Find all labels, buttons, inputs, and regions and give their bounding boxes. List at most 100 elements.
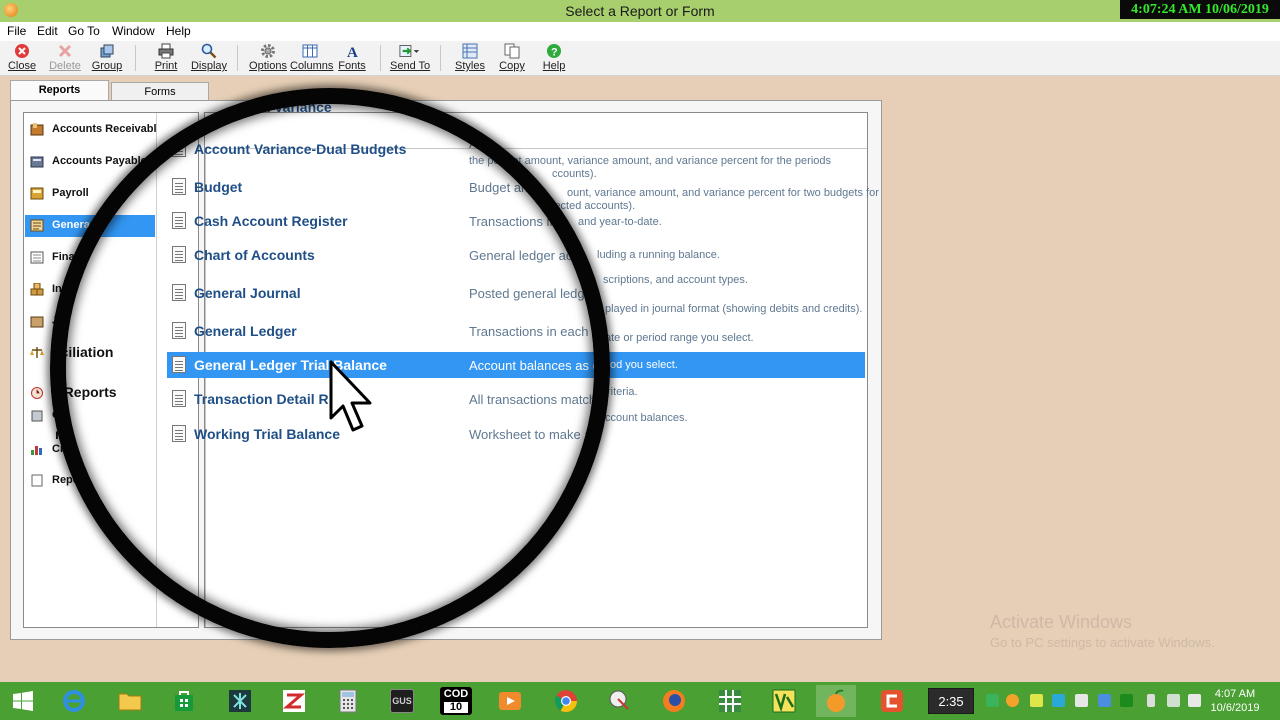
report-item-transaction-detail[interactable]: Transaction Detail R All transactions ma… — [167, 386, 865, 412]
category-reconciliation[interactable]: nciliation — [25, 339, 155, 367]
report-icon — [172, 322, 186, 339]
category-label: In — [52, 283, 62, 295]
category-payroll[interactable]: Payroll — [25, 183, 155, 205]
category-accounts-receivable[interactable]: Accounts Receivable — [25, 119, 163, 141]
category-inventory[interactable]: In — [25, 279, 155, 301]
menu-file[interactable]: File — [7, 24, 26, 38]
toolbar-divider — [440, 45, 441, 71]
report-description: General ledger acc — [469, 248, 579, 263]
battery-icon[interactable] — [1147, 694, 1155, 707]
taskbar-vector-app[interactable] — [764, 685, 804, 717]
send-to-button[interactable]: Send To — [390, 43, 430, 73]
category-label: Payroll — [52, 187, 89, 199]
menu-go-to[interactable]: Go To — [68, 24, 100, 38]
taskbar-calculator[interactable] — [328, 685, 368, 717]
report-item-chart-of-accounts[interactable]: Chart of Accounts General ledger acc lud… — [167, 242, 865, 268]
menu-help[interactable]: Help — [166, 24, 191, 38]
gear-icon — [261, 44, 275, 58]
options-button[interactable]: Options — [248, 43, 288, 73]
columns-label: Columns — [290, 60, 334, 72]
category-label: nciliation — [52, 344, 114, 360]
report-icon — [172, 246, 186, 263]
report-icon — [172, 212, 186, 229]
receivable-icon — [30, 123, 44, 136]
wifi-icon[interactable] — [1167, 694, 1180, 707]
report-description: ate or period range you select. — [605, 332, 754, 344]
category-jobs[interactable]: J — [25, 311, 155, 333]
report-item-general-ledger-trial-balance[interactable]: General Ledger Trial Balance Account bal… — [167, 352, 865, 378]
close-button[interactable]: Close — [2, 43, 42, 73]
cod-game-icon: COD 10 — [440, 687, 472, 715]
taskbar-file-explorer[interactable] — [110, 685, 150, 717]
category-time-reports[interactable]: e Reports — [25, 379, 155, 407]
taskbar-zotero[interactable] — [274, 685, 314, 717]
category-crystal-reports[interactable]: Cry — [25, 439, 155, 461]
volume-icon[interactable] — [1188, 694, 1201, 707]
firefox-icon — [663, 690, 685, 712]
category-accounts-payable[interactable]: Accounts Payable — [25, 151, 155, 173]
network-tray-icon[interactable] — [1098, 694, 1111, 707]
report-title: Transaction Detail R — [194, 391, 329, 407]
window-title: Select a Report or Form — [565, 3, 715, 19]
group-button[interactable]: Group — [87, 43, 127, 73]
category-report-groups[interactable]: Repo — [25, 470, 155, 492]
help-icon: ? — [547, 44, 561, 59]
taskbar-clock[interactable]: 4:07 AM 10/6/2019 — [1210, 687, 1260, 715]
taskbar-internet-explorer[interactable] — [54, 685, 94, 717]
copy-icon — [504, 43, 520, 59]
taskbar-chrome[interactable] — [546, 685, 586, 717]
taskbar-firefox[interactable] — [654, 685, 694, 717]
category-label: J — [52, 315, 59, 327]
taskbar-store[interactable] — [164, 685, 204, 717]
toolbar-divider — [237, 45, 238, 71]
report-description: ccount balances. — [605, 412, 688, 424]
report-icon — [172, 178, 186, 195]
styles-button[interactable]: Styles — [450, 43, 490, 73]
category-general-ledger[interactable]: Genera ts — [25, 215, 155, 237]
taskbar-media-player[interactable] — [490, 685, 530, 717]
start-button[interactable] — [0, 682, 48, 720]
columns-icon — [302, 44, 318, 58]
report-title: General Ledger — [194, 323, 297, 339]
report-item-general-ledger[interactable]: General Ledger Transactions in each a pl… — [167, 303, 865, 344]
tray-triangle-icon[interactable] — [1120, 694, 1133, 707]
fonts-button[interactable]: A Fonts — [332, 43, 372, 73]
delete-label: Delete — [49, 60, 81, 72]
report-icon — [172, 425, 186, 442]
z-app-icon — [282, 690, 306, 712]
battery-timer[interactable]: 2:35 — [928, 688, 974, 714]
report-item-cash-account-register[interactable]: Cash Account Register Transactions in an… — [167, 208, 865, 234]
category-financial[interactable]: Fina — [25, 247, 155, 269]
tray-app-icon[interactable] — [1030, 694, 1043, 707]
taskbar-peachtree-active[interactable] — [816, 685, 856, 717]
menu-edit[interactable]: Edit — [37, 24, 58, 38]
close-icon — [15, 44, 29, 58]
activation-watermark-title: Activate Windows — [990, 612, 1133, 632]
taskbar-calendar-app[interactable] — [710, 685, 750, 717]
report-item-account-variance[interactable]: nt Variance — [167, 96, 865, 122]
taskbar-cod-game[interactable]: COD 10 — [436, 685, 476, 717]
report-description: played in journal format (showing debits… — [605, 303, 863, 315]
display-button[interactable]: Display — [189, 43, 229, 73]
menu-bar: File Edit Go To Window Help — [0, 22, 1280, 41]
report-item-working-trial-balance[interactable]: Working Trial Balance Worksheet to make … — [167, 412, 865, 447]
print-button[interactable]: Print — [146, 43, 186, 73]
shield-icon[interactable] — [986, 694, 999, 707]
menu-window[interactable]: Window — [112, 24, 155, 38]
columns-button[interactable]: Columns — [290, 43, 334, 73]
taskbar-gus-app[interactable]: GUS — [382, 685, 422, 717]
network-icon — [229, 690, 251, 712]
taskbar: GUS COD 10 2:35 4:07 AM 10/6/2019 — [0, 682, 1280, 720]
notification-icon[interactable] — [1006, 694, 1019, 707]
skype-icon[interactable] — [1052, 694, 1065, 707]
taskbar-network-app[interactable] — [220, 685, 260, 717]
tab-reports[interactable]: Reports — [10, 80, 109, 102]
flag-icon[interactable] — [1075, 694, 1088, 707]
copy-button[interactable]: Copy — [492, 43, 532, 73]
report-title: General Journal — [194, 285, 301, 301]
help-button[interactable]: ? Help — [534, 43, 574, 73]
taskbar-recorder-app[interactable] — [872, 685, 912, 717]
taskbar-satellite-app[interactable] — [600, 685, 640, 717]
svg-text:A: A — [347, 45, 358, 59]
delete-button[interactable]: Delete — [45, 43, 85, 73]
